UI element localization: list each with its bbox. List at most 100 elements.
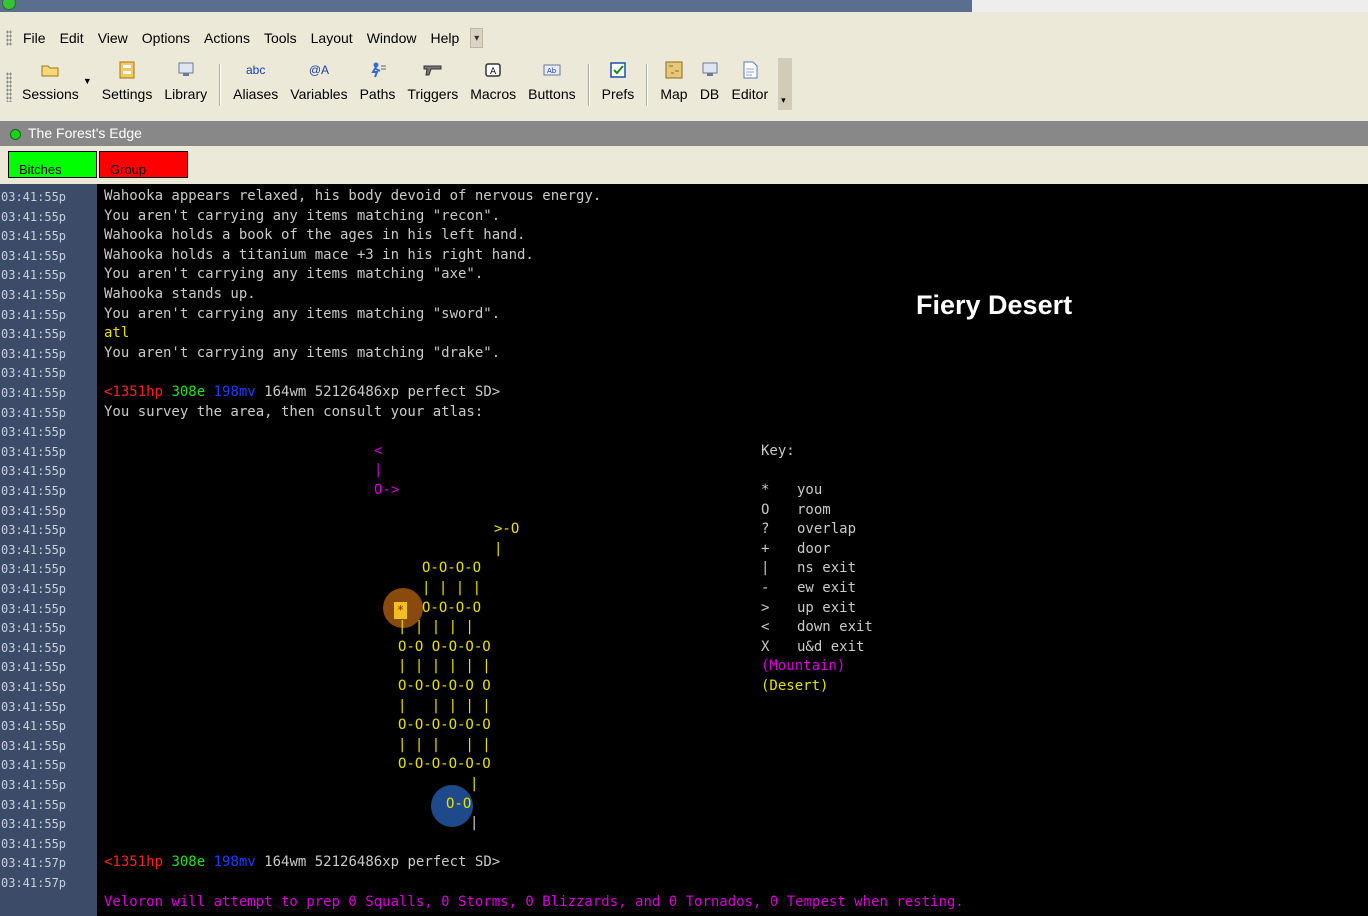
db-label: DB — [699, 86, 720, 102]
timestamp: 03:41:55p — [1, 601, 67, 616]
library-label: Library — [164, 86, 208, 102]
atlas-map-line: O-> — [374, 482, 400, 498]
library-icon — [176, 60, 196, 80]
atlas-map-line: O-O-O-O — [422, 560, 482, 577]
session-tab-the-forests-edge[interactable]: The Forest's Edge — [28, 125, 142, 141]
timestamp: 03:41:55p — [1, 503, 67, 518]
buttons-label: Buttons — [528, 86, 576, 102]
key-symbol: - — [761, 580, 770, 596]
log-line: You aren't carrying any items matching "… — [104, 266, 484, 283]
group-button[interactable]: Group — [99, 151, 188, 178]
library-button[interactable]: Library — [158, 60, 213, 102]
toolbar-grip[interactable] — [6, 72, 12, 102]
editor-label: Editor — [731, 86, 769, 102]
menu-window[interactable]: Window — [360, 30, 424, 46]
variables-label: Variables — [290, 86, 348, 102]
timestamp: 03:41:55p — [1, 621, 67, 636]
atlas-map-line: O-O-O-O-O-O — [398, 717, 491, 734]
timestamp: 03:41:55p — [1, 327, 67, 342]
log-line: Wahooka holds a book of the ages in his … — [104, 227, 526, 244]
menubar-grip[interactable] — [6, 30, 12, 46]
menu-overflow-chevron-icon[interactable]: ▾ — [470, 28, 484, 48]
buttons-button[interactable]: Ab Buttons — [522, 60, 581, 102]
timestamp: 03:41:55p — [1, 288, 67, 302]
key-symbol: ? — [761, 521, 770, 538]
toolbar-overflow-chevron-icon[interactable]: ▾ — [778, 58, 793, 110]
timestamp: 03:41:55p — [1, 699, 67, 714]
toolbar-separator — [587, 64, 590, 106]
prompt-mv: 198mv — [213, 384, 265, 400]
timestamp: 03:41:55p — [1, 307, 67, 322]
prompt-hp: <1351hp — [104, 854, 172, 871]
key-description: ns exit — [797, 560, 857, 577]
menu-actions[interactable]: Actions — [197, 30, 257, 46]
timestamp: 03:41:57p — [1, 856, 67, 871]
timestamp: 03:41:55p — [1, 817, 67, 832]
sessions-button[interactable]: Sessions — [16, 60, 85, 102]
settings-label: Settings — [101, 86, 153, 102]
timestamp: 03:41:55p — [1, 640, 67, 655]
timestamp: 03:41:57p — [1, 876, 67, 890]
macros-icon: A — [483, 60, 503, 80]
log-line: atl — [104, 325, 130, 342]
sessions-label: Sessions — [22, 86, 79, 102]
atlas-map-line: >-O — [494, 521, 520, 538]
log-line: You survey the area, then consult your a… — [104, 403, 484, 420]
db-icon — [700, 60, 720, 80]
prompt-line: <1351hp 308e 198mv 164wm 52126486xp perf… — [104, 384, 500, 400]
timestamp: 03:41:55p — [1, 523, 67, 538]
key-symbol: O — [761, 501, 770, 518]
log-line: You aren't carrying any items matching "… — [104, 207, 501, 224]
prefs-button[interactable]: Prefs — [596, 60, 641, 102]
aliases-label: Aliases — [233, 86, 279, 102]
timestamp: 03:41:55p — [1, 464, 67, 479]
prefs-label: Prefs — [601, 86, 635, 102]
timestamp: 03:41:55p — [1, 562, 67, 577]
menu-help[interactable]: Help — [423, 30, 466, 46]
triggers-button[interactable]: Triggers — [401, 60, 464, 102]
menu-options[interactable]: Options — [135, 30, 197, 46]
buttons-icon: Ab — [542, 60, 562, 80]
aliases-button[interactable]: abc Aliases — [227, 60, 284, 102]
triggers-label: Triggers — [407, 86, 459, 102]
menu-layout[interactable]: Layout — [304, 30, 360, 46]
map-label: Map — [660, 86, 688, 102]
prompt-e: 308e — [171, 854, 214, 871]
log-line: Wahooka holds a titanium mace +3 in his … — [104, 246, 534, 263]
menu-edit[interactable]: Edit — [53, 30, 91, 46]
variables-button[interactable]: @A Variables — [284, 60, 353, 102]
timestamp: 03:41:55p — [1, 542, 67, 557]
log-line: Wahooka stands up. — [104, 286, 256, 302]
atlas-map-line: | — [374, 462, 383, 479]
timestamp: 03:41:55p — [1, 425, 67, 440]
key-description: u&d exit — [797, 638, 865, 655]
log-line: Wahooka appears relaxed, his body devoid… — [104, 188, 602, 204]
menu-file[interactable]: File — [16, 30, 53, 46]
timestamp: 03:41:55p — [1, 366, 67, 381]
atlas-map-line: < — [374, 442, 383, 459]
map-button[interactable]: Map — [654, 60, 693, 102]
timestamp: 03:41:55p — [1, 797, 67, 812]
variables-icon: @A — [308, 63, 330, 77]
menu-view[interactable]: View — [91, 30, 135, 46]
bitches-button[interactable]: Bitches — [8, 151, 97, 178]
timestamp: 03:41:55p — [1, 680, 67, 694]
timestamp: 03:41:55p — [1, 836, 67, 851]
settings-button[interactable]: Settings — [96, 60, 159, 102]
menu-tools[interactable]: Tools — [257, 30, 304, 46]
prompt-rest: 164wm 52126486xp perfect SD> — [264, 384, 501, 400]
prompt-hp: <1351hp — [104, 384, 172, 400]
timestamp: 03:41:55p — [1, 209, 67, 224]
macros-button[interactable]: A Macros — [464, 60, 522, 102]
macros-label: Macros — [470, 86, 517, 102]
session-tab-bar: The Forest's Edge — [0, 121, 1368, 146]
timestamp: 03:41:55p — [1, 484, 67, 498]
mud-output-console[interactable]: 03:41:55p 03:41:55p 03:41:55p 03:41:55p 03:4… — [0, 184, 1368, 916]
db-button[interactable]: DB — [694, 60, 726, 102]
sessions-dropdown-icon[interactable]: ▼ — [83, 76, 92, 86]
atlas-map-line: O-O — [446, 795, 472, 812]
key-description: down exit — [797, 619, 873, 636]
editor-button[interactable]: Editor — [726, 60, 775, 102]
paths-button[interactable]: Paths — [354, 60, 402, 102]
atlas-map-line: | — [470, 815, 479, 832]
